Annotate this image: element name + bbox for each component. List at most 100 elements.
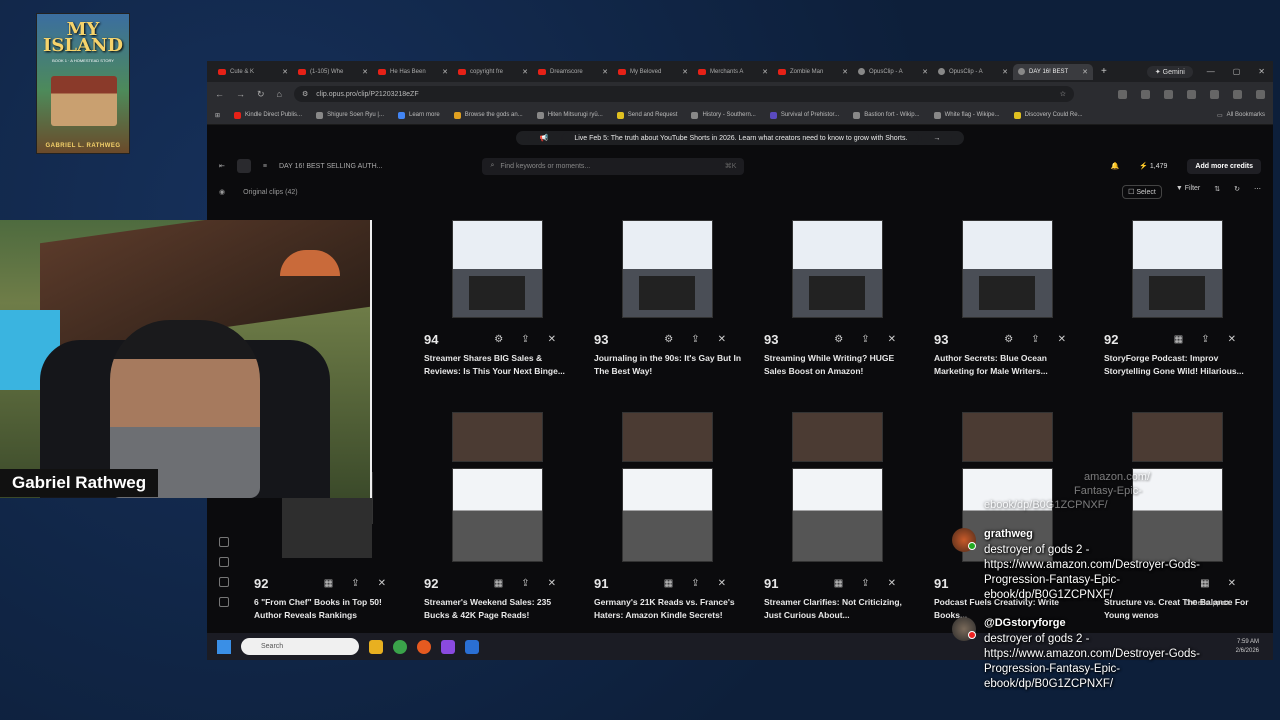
gemini-button[interactable]: ✦ Gemini <box>1146 65 1193 78</box>
clip-thumbnail[interactable] <box>622 220 713 318</box>
filter-button[interactable]: ▼ Filter <box>1176 185 1200 199</box>
clip-thumbnail[interactable] <box>792 220 883 318</box>
browser-tab[interactable]: Cute & K ✕ <box>213 64 293 80</box>
url-field[interactable]: ⚙ clip.opus.pro/clip/P21203218eZF ☆ <box>293 86 1074 102</box>
close-icon[interactable]: ✕ <box>602 68 608 76</box>
back-icon[interactable]: ← <box>215 89 224 99</box>
chrome-icon[interactable] <box>393 639 407 654</box>
close-icon[interactable]: ✕ <box>282 68 288 76</box>
bookmark-item[interactable]: Browse the gods an... <box>453 111 523 119</box>
upload-icon[interactable]: ⇪ <box>1201 334 1209 345</box>
home-icon[interactable]: ⌂ <box>277 89 282 99</box>
clip-thumbnail[interactable] <box>792 468 883 562</box>
apps-icon[interactable]: ⊞ <box>215 112 220 119</box>
maximize-icon[interactable]: ▢ <box>1233 67 1241 76</box>
extension-icon[interactable] <box>1118 89 1127 99</box>
close-icon[interactable]: ✕ <box>888 334 896 345</box>
upload-icon[interactable]: ⇪ <box>691 334 699 345</box>
close-icon[interactable]: ✕ <box>362 68 368 76</box>
upload-icon[interactable]: ⇪ <box>521 334 529 345</box>
bookmark-item[interactable]: Learn more <box>398 111 440 119</box>
grid-view-icon[interactable] <box>236 159 251 173</box>
upload-icon[interactable]: ⇪ <box>351 578 359 589</box>
bookmark-item[interactable]: Shigure Soen Ryu |... <box>316 111 384 119</box>
browser-tab[interactable]: OpusClip - A ✕ <box>853 64 933 80</box>
close-window-icon[interactable]: ✕ <box>1258 67 1265 76</box>
back-circle-icon[interactable]: ◉ <box>219 188 225 196</box>
windows-start-icon[interactable] <box>217 639 231 654</box>
clip-thumbnail[interactable] <box>452 468 543 562</box>
browser-tab[interactable]: My Beloved ✕ <box>613 64 693 80</box>
browser-tab[interactable]: Merchants A ✕ <box>693 64 773 80</box>
select-button[interactable]: ☐ Select <box>1122 185 1162 199</box>
clip-video-thumbnail[interactable] <box>1132 412 1223 462</box>
close-icon[interactable]: ✕ <box>1002 68 1008 76</box>
clip-card[interactable]: 94 ⚙ ⇪ ✕ Streamer Shares BIG Sales & Revie… <box>412 220 572 385</box>
close-icon[interactable]: ✕ <box>922 68 928 76</box>
site-info-icon[interactable]: ⚙ <box>302 90 308 98</box>
browser-tab[interactable]: copyright fre ✕ <box>453 64 533 80</box>
close-icon[interactable]: ✕ <box>378 578 386 589</box>
help-icon[interactable] <box>219 597 229 607</box>
bookmark-item[interactable]: Send and Request <box>616 111 677 119</box>
clip-video-thumbnail[interactable] <box>622 412 713 462</box>
library-icon[interactable] <box>219 557 229 567</box>
profile-icon[interactable] <box>1233 89 1242 99</box>
settings-icon[interactable]: ⚙ <box>494 334 503 345</box>
settings-icon[interactable]: ⚙ <box>834 334 843 345</box>
close-icon[interactable]: ✕ <box>1058 334 1066 345</box>
bookmark-item[interactable]: Survival of Prehistor... <box>769 111 839 119</box>
reload-icon[interactable]: ↻ <box>257 89 265 100</box>
close-icon[interactable]: ✕ <box>762 68 768 76</box>
forward-icon[interactable]: → <box>236 89 245 99</box>
upload-icon[interactable]: ⇪ <box>691 578 699 589</box>
browser-tab-active[interactable]: DAY 16! BEST ✕ <box>1013 63 1093 80</box>
close-icon[interactable]: ✕ <box>522 68 528 76</box>
announcement-banner[interactable]: 📢 Live Feb 5: The truth about YouTube Sh… <box>207 125 1273 151</box>
close-icon[interactable]: ✕ <box>842 68 848 76</box>
settings-icon[interactable]: ⚙ <box>664 334 673 345</box>
browser-tab[interactable]: (1-105) Whe ✕ <box>293 64 373 80</box>
calendar-icon[interactable]: ▦ <box>1174 334 1183 345</box>
collapse-sidebar-icon[interactable]: ⇤ <box>219 162 225 170</box>
browser-tab[interactable]: OpusClip - A ✕ <box>933 64 1013 80</box>
clip-card[interactable]: 91 ▦ ⇪ ✕ Streamer Clarifies: Not Criticizi… <box>752 412 912 620</box>
close-icon[interactable]: ✕ <box>548 334 556 345</box>
calendar-icon[interactable]: ▦ <box>834 578 843 589</box>
new-tab-button[interactable]: + <box>1101 66 1107 77</box>
system-clock[interactable]: 7:59 AM 2/6/2026 <box>1236 638 1273 656</box>
extension-icon[interactable] <box>1210 89 1219 99</box>
file-explorer-icon[interactable] <box>369 639 383 654</box>
clip-card[interactable]: 93 ⚙ ⇪ ✕ Author Secrets: Blue Ocean Market… <box>922 220 1082 385</box>
gift-icon[interactable] <box>219 577 229 587</box>
close-icon[interactable]: ✕ <box>442 68 448 76</box>
settings-icon[interactable]: ⚙ <box>1004 334 1013 345</box>
close-icon[interactable]: ✕ <box>718 334 726 345</box>
bookmark-item[interactable]: Hiten Mitsurugi ryū... <box>536 111 603 119</box>
bookmark-item[interactable]: Bastion fort - Wikip... <box>853 111 920 119</box>
sort-icon[interactable]: ⇅ <box>1214 185 1220 199</box>
clip-video-thumbnail[interactable] <box>792 412 883 462</box>
close-icon[interactable]: ✕ <box>548 578 556 589</box>
bell-icon[interactable]: 🔔 <box>1111 162 1120 170</box>
upload-icon[interactable]: ⇪ <box>521 578 529 589</box>
all-bookmarks-button[interactable]: ▭ All Bookmarks <box>1217 112 1265 119</box>
clip-thumbnail[interactable] <box>1132 220 1223 318</box>
close-icon[interactable]: ✕ <box>682 68 688 76</box>
add-credits-button[interactable]: Add more credits <box>1187 158 1261 174</box>
extension-icon[interactable] <box>1141 89 1150 99</box>
browser-tab[interactable]: Zombie Man ✕ <box>773 64 853 80</box>
menu-icon[interactable] <box>1256 89 1265 99</box>
calendar-icon[interactable]: ▦ <box>324 578 333 589</box>
browser-tab[interactable]: He Has Been ✕ <box>373 64 453 80</box>
brave-icon[interactable] <box>417 639 431 654</box>
bookmark-star-icon[interactable]: ☆ <box>1060 90 1074 98</box>
clip-thumbnail[interactable] <box>622 468 713 562</box>
upload-icon[interactable]: ⇪ <box>1031 334 1039 345</box>
minimize-icon[interactable]: — <box>1207 67 1215 76</box>
close-icon[interactable]: ✕ <box>888 578 896 589</box>
upload-icon[interactable]: ⇪ <box>861 334 869 345</box>
clip-card[interactable]: 92 ▦ ⇪ ✕ Streamer's Weekend Sales: 235 Buc… <box>412 412 572 620</box>
close-icon[interactable]: ✕ <box>1228 334 1236 345</box>
clip-card[interactable]: 93 ⚙ ⇪ ✕ Journaling in the 90s: It's Gay B… <box>582 220 742 385</box>
